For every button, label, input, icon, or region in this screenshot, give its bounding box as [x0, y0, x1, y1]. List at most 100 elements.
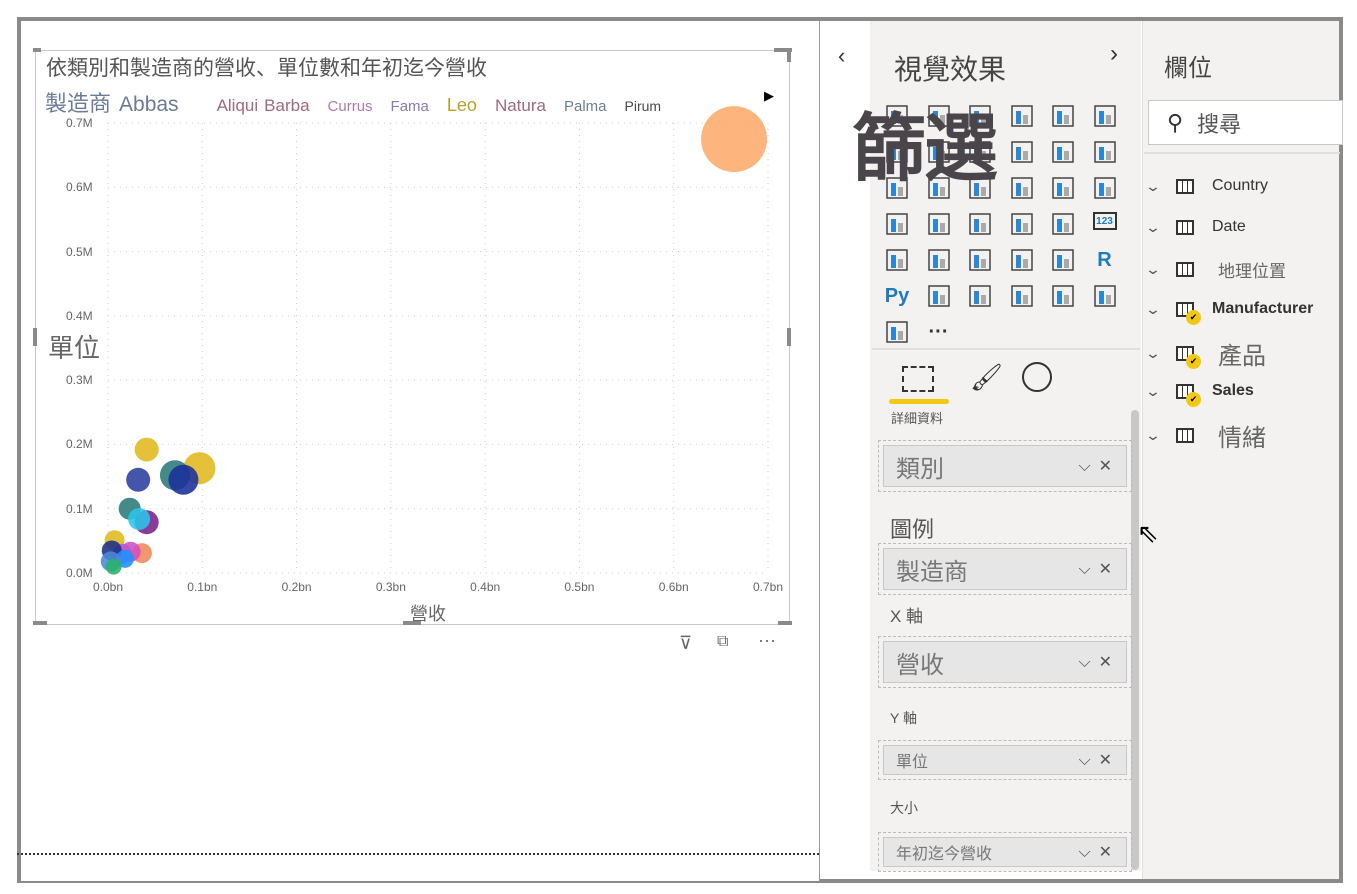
shape-map-icon[interactable]: [968, 212, 992, 236]
page-boundary: [17, 853, 819, 855]
table-icon: [1176, 178, 1194, 194]
checkmark-icon: ✔: [1186, 309, 1201, 325]
field-table[interactable]: ⌄ 地理位置: [1145, 254, 1286, 284]
clustered-column-icon[interactable]: [1010, 104, 1034, 128]
field-table[interactable]: ⌄ Date: [1145, 212, 1246, 242]
fields-search-box[interactable]: ⚲ 搜尋: [1148, 100, 1343, 145]
power-apps-icon[interactable]: [885, 320, 909, 344]
fields-title: 欄位: [1164, 55, 1212, 82]
y-tick-label: 0.4M: [66, 308, 93, 323]
well-chevron-remove-icons[interactable]: ⌵✕: [1078, 559, 1120, 579]
y-tick-label: 0.6M: [66, 180, 93, 195]
field-well[interactable]: 製造商 ⌵✕: [878, 543, 1132, 595]
table-icon[interactable]: [1010, 248, 1034, 272]
donut-icon[interactable]: [1051, 176, 1075, 200]
y-tick-label: 0.3M: [66, 373, 93, 388]
x-tick-label: 0.2bn: [281, 580, 312, 594]
divider: [1144, 152, 1340, 154]
map-icon[interactable]: [885, 212, 909, 236]
field-table[interactable]: ⌄ ✔ 產品: [1145, 338, 1266, 370]
card-icon[interactable]: 123: [1092, 212, 1117, 230]
gauge-icon[interactable]: [1051, 212, 1075, 236]
arcgis-icon[interactable]: [1093, 284, 1117, 308]
more-visuals-icon[interactable]: ···: [927, 320, 951, 344]
y-tick-label: 0.5M: [66, 244, 93, 259]
treemap-icon[interactable]: [1093, 176, 1117, 200]
visualizations-title: 視覺效果: [894, 54, 1007, 85]
pie-icon[interactable]: [1010, 176, 1034, 200]
x-tick-label: 0.4bn: [470, 580, 501, 594]
well-chevron-remove-icons[interactable]: ⌵✕: [1078, 842, 1120, 862]
multirow-card-icon[interactable]: [885, 248, 909, 272]
well-chevron-remove-icons[interactable]: ⌵✕: [1078, 456, 1120, 476]
search-input[interactable]: 搜尋: [1197, 107, 1241, 139]
search-icon: ⚲: [1167, 109, 1184, 135]
field-table-name: Sales: [1212, 382, 1254, 399]
field-well[interactable]: 營收 ⌵✕: [878, 636, 1132, 688]
viz-pane-scrollbar[interactable]: [1131, 410, 1139, 870]
field-table-name: 情緒: [1218, 424, 1266, 452]
chevron-right-icon[interactable]: ›: [1110, 40, 1118, 68]
analytics-magnifier-icon[interactable]: [1022, 362, 1052, 392]
x-axis-label: 營收: [410, 604, 446, 624]
well-label: X 軸: [890, 607, 924, 626]
100-bar-icon[interactable]: [1051, 104, 1075, 128]
x-tick-label: 0.5bn: [564, 580, 595, 594]
field-well[interactable]: 類別 ⌵✕: [878, 440, 1132, 492]
key-influencers-icon[interactable]: [927, 284, 951, 308]
field-table[interactable]: ⌄ ✔ Manufacturer: [1145, 294, 1314, 325]
y-tick-label: 0.7M: [66, 116, 93, 130]
bubble[interactable]: [134, 437, 159, 462]
filter-icon[interactable]: ⊽: [679, 633, 692, 654]
fields-tab-icon[interactable]: [902, 366, 934, 392]
paginated-report-icon[interactable]: [1051, 284, 1075, 308]
divider: [872, 348, 1140, 350]
azure-map-icon[interactable]: [1010, 212, 1034, 236]
r-visual-icon[interactable]: R: [1093, 248, 1117, 272]
mouse-cursor-icon: ⇖: [1137, 518, 1159, 548]
python-visual-icon[interactable]: Py: [885, 284, 909, 308]
table-icon: [1176, 427, 1194, 443]
more-options-icon[interactable]: ···: [758, 630, 776, 651]
decomposition-tree-icon[interactable]: [968, 284, 992, 308]
x-tick-label: 0.0bn: [93, 580, 124, 594]
field-table-name: 地理位置: [1218, 261, 1286, 281]
bubble[interactable]: [126, 467, 151, 492]
field-table[interactable]: ⌄ Country: [1145, 171, 1268, 201]
field-table-name: Date: [1212, 218, 1246, 235]
table-icon: [1176, 219, 1194, 235]
line-clustered-column-icon[interactable]: [1051, 140, 1075, 164]
bubble[interactable]: [128, 508, 151, 530]
100-column-icon[interactable]: [1093, 104, 1117, 128]
well-label: 圖例: [890, 517, 935, 542]
checkmark-icon: ✔: [1186, 391, 1201, 407]
filled-map-icon[interactable]: [927, 212, 951, 236]
well-field-value: 製造商: [896, 558, 968, 586]
field-table[interactable]: ⌄ 情緒: [1145, 420, 1266, 452]
well-field-value: 營收: [896, 651, 944, 679]
kpi-icon[interactable]: [927, 248, 951, 272]
format-paint-roller-icon[interactable]: 🖌: [970, 362, 1003, 393]
ribbon-icon[interactable]: [1093, 140, 1117, 164]
table-icon: ✔: [1176, 383, 1201, 407]
bubble[interactable]: [701, 106, 768, 173]
well-label: 大小: [890, 800, 918, 816]
qa-icon[interactable]: [1010, 284, 1034, 308]
field-well[interactable]: 單位 ⌵✕: [878, 740, 1132, 780]
matrix-icon[interactable]: [1051, 248, 1075, 272]
chevron-left-icon[interactable]: ‹: [838, 43, 845, 69]
tab-fields[interactable]: 詳細資料: [891, 408, 943, 427]
slicer-icon[interactable]: [968, 248, 992, 272]
field-table[interactable]: ⌄ ✔ Sales: [1145, 376, 1254, 407]
table-icon: ✔: [1176, 345, 1201, 369]
field-table-name: Manufacturer: [1212, 300, 1314, 317]
line-column-icon[interactable]: [1010, 140, 1034, 164]
checkmark-icon: ✔: [1186, 353, 1201, 369]
bubble[interactable]: [105, 558, 122, 575]
well-chevron-remove-icons[interactable]: ⌵✕: [1078, 652, 1120, 672]
field-well[interactable]: 年初迄今營收 ⌵✕: [878, 832, 1132, 872]
well-chevron-remove-icons[interactable]: ⌵✕: [1078, 750, 1120, 770]
chart-plot: [100, 106, 769, 575]
bubble[interactable]: [168, 464, 199, 495]
focus-mode-icon[interactable]: ⧉: [717, 633, 728, 651]
